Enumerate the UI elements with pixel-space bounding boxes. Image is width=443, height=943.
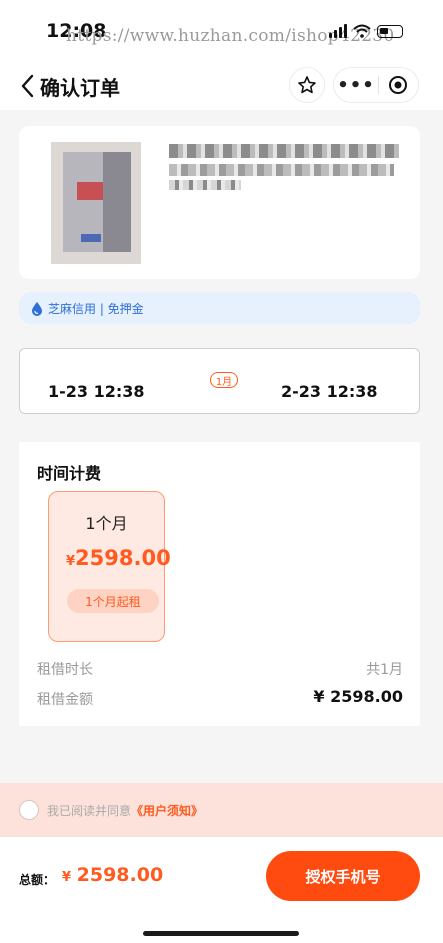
agree-checkbox[interactable]: [19, 800, 39, 820]
plan-price: ¥2598.00: [66, 546, 171, 570]
wifi-icon: [353, 24, 371, 38]
total-amount-value: 2598.00: [76, 864, 164, 886]
target-icon: [389, 76, 408, 94]
status-icons: [329, 24, 403, 38]
plan-price-value: 2598.00: [75, 546, 171, 570]
plan-option[interactable]: 1个月 ¥2598.00 1个月起租: [48, 491, 171, 642]
fee-title: 时间计费: [37, 464, 102, 483]
status-bar: 12:08 https://www.huzhan.com/ishop42230: [0, 0, 443, 62]
more-button[interactable]: •••: [334, 75, 378, 96]
product-name-blurred: [169, 144, 399, 158]
close-button[interactable]: [379, 75, 418, 95]
battery-icon: [377, 24, 403, 38]
total-label: 总额：: [19, 873, 56, 887]
nav-bar: 确认订单 •••: [0, 62, 443, 110]
order-content: 芝麻信用 | 免押金 1-23 12:38 1月 2-23 12:38 时间计费…: [0, 110, 443, 783]
signal-icon: [329, 24, 347, 38]
plan-currency: ¥: [66, 554, 76, 569]
total-currency: ¥: [62, 870, 72, 885]
rental-date-card[interactable]: 1-23 12:38 1月 2-23 12:38: [19, 348, 420, 414]
duration-badge: 1月: [210, 372, 238, 388]
checkout-footer: 总额： ¥ 2598.00 授权手机号: [0, 837, 443, 943]
duration-label: 租借时长: [37, 662, 93, 678]
start-date: 1-23 12:38: [48, 382, 145, 401]
product-spec-blurred: [169, 164, 394, 176]
amount-value: ¥ 2598.00: [313, 687, 403, 706]
plan-tag: 1个月起租: [67, 589, 159, 613]
duration-value: 共1月: [366, 662, 403, 678]
fee-card: 时间计费 1个月 ¥2598.00 1个月起租 租借时长 共1月 租借金额 ¥ …: [19, 442, 420, 726]
authorize-phone-button[interactable]: 授权手机号: [266, 851, 420, 901]
home-indicator: [143, 931, 299, 936]
mini-program-capsule: •••: [333, 67, 419, 103]
drop-icon: [32, 301, 42, 316]
agreement-bar: 我已阅读并同意 《用户须知》: [0, 783, 443, 837]
star-icon: [298, 76, 316, 94]
credit-text: 芝麻信用 | 免押金: [48, 301, 144, 316]
amount-label: 租借金额: [37, 692, 93, 708]
page-title: 确认订单: [40, 76, 120, 100]
total-amount: ¥ 2598.00: [62, 864, 163, 886]
back-arrow-icon[interactable]: [18, 72, 38, 100]
user-notice-link[interactable]: 《用户须知》: [131, 802, 203, 819]
product-image: [51, 142, 141, 264]
plan-name: 1个月: [85, 514, 128, 533]
agree-text: 我已阅读并同意: [47, 803, 132, 818]
credit-banner: 芝麻信用 | 免押金: [19, 292, 420, 324]
favorite-button[interactable]: [289, 67, 325, 103]
product-card: [19, 126, 420, 279]
end-date: 2-23 12:38: [281, 382, 378, 401]
product-extra-blurred: [169, 180, 241, 190]
